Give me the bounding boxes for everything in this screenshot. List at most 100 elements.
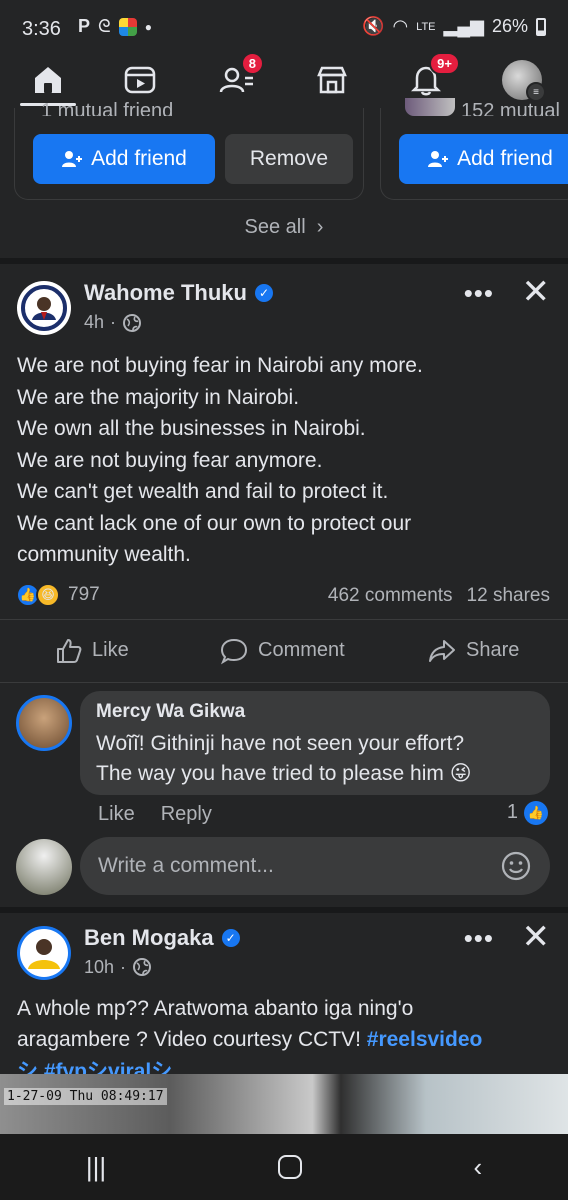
comment-like-button[interactable]: Like [98,803,135,826]
video-tab[interactable] [110,58,170,102]
dot-icon: ● [144,19,152,34]
suggestion-card: 152 mutual Add friend [380,98,568,200]
friends-tab[interactable]: 8 [206,52,266,102]
post-text-line: A whole mp?? Aratwoma abanto iga ning'o [17,996,414,1020]
video-preview[interactable]: 1-27-09 Thu 08:49:17 [0,1074,568,1134]
post-text-line: We are the majority in Nairobi. [17,385,300,409]
comment-count[interactable]: 462 comments [328,585,453,607]
status-time: 3:36 [22,18,61,40]
post-text-line: We can't get wealth and fail to protect … [17,480,389,503]
engagement-counts: 462 comments 12 shares [328,585,550,607]
write-comment-row: Write a comment... [0,835,568,907]
status-bar: 3:36 P ᘓ ● 🔇 ◠ LTE ▂▄▆ 26% [0,0,568,58]
suggestion-card: 1 mutual friend Add friend Remove [14,100,364,200]
post-header: Wahome Thuku ✓ 4h · ••• ✕ [0,264,568,344]
comment-label: Comment [258,639,345,661]
remove-label: Remove [249,147,329,170]
post-text-line: We are not buying fear in Nairobi any mo… [17,354,423,377]
home-icon [35,67,61,93]
page-avatar[interactable] [16,280,72,336]
add-friend-label: Add friend [457,147,553,170]
video-icon [124,66,156,94]
post-meta: 10h · [84,957,152,978]
post-author[interactable]: Wahome Thuku ✓ [84,280,273,306]
comment-actions: Like Reply [98,803,212,826]
notifications-tab[interactable]: 9+ [396,52,460,102]
marketplace-tab[interactable] [302,58,362,102]
post: Ben Mogaka ✓ 10h · ••• ✕ A whole mp?? Ar… [0,912,568,1087]
post-text-line: community wealth. [17,543,191,566]
chevron-right-icon: › [311,216,324,238]
post-time: 10h [84,956,115,977]
comment-reaction-count[interactable]: 1 👍 [506,800,548,825]
hashtag-link[interactable]: #reelsvideo [367,1028,483,1051]
comment-placeholder: Write a comment... [98,853,274,877]
see-all-label: See all [244,216,306,238]
share-label: Share [466,639,520,661]
menu-icon: ≡ [526,82,546,102]
comment-reply-button[interactable]: Reply [161,803,212,826]
add-friend-button[interactable]: Add friend [33,134,215,184]
video-timestamp: 1-27-09 Thu 08:49:17 [4,1088,167,1105]
see-all-link[interactable]: See all › [0,216,568,239]
mute-icon: 🔇 [362,16,385,36]
post-header: Ben Mogaka ✓ 10h · ••• ✕ [0,913,568,987]
post-text: We are not buying fear in Nairobi any mo… [0,344,568,571]
home-button-icon[interactable] [277,1155,302,1179]
post-text-line: We own all the businesses in Nairobi. [17,417,366,440]
mutual-friends-count: 1 mutual friend [41,100,174,116]
reaction-summary[interactable]: 👍 😆 797 [16,582,100,607]
menu-tab[interactable]: ≡ [492,58,552,102]
commenter-avatar[interactable] [16,694,72,751]
comment-bubble[interactable]: Mercy Wa Gikwa Woĩĩ! Githinji have not… [80,690,550,795]
add-friend-label: Add friend [91,147,187,170]
people-you-may-know: 1 mutual friend Add friend Remove 152 mu… [0,98,568,258]
haha-reaction-icon: 😆 [36,582,60,607]
post-text-plain: aragambere ? Video courtesy CCTV! [17,1028,367,1051]
post-author[interactable]: Ben Mogaka ✓ [84,925,240,951]
commenter-name[interactable]: Mercy Wa Gikwa [96,701,534,723]
reactions-bar: 👍 😆 797 462 comments 12 shares [0,571,568,619]
network-type: LTE [416,20,436,33]
post-text-line: We cant lack one of our own to protect o… [17,511,412,535]
post-meta: 4h · [84,312,142,333]
news-feed: 1 mutual friend Add friend Remove 152 mu… [0,98,568,1087]
add-friend-icon [62,151,83,167]
mutual-friends-count: 152 mutual [461,100,560,116]
add-friend-button[interactable]: Add friend [399,134,568,184]
comment-button[interactable]: Comment [220,620,345,682]
battery-level: 26% [491,16,528,36]
comment-like-count: 1 [506,801,518,823]
globe-icon [123,313,142,332]
post-text-line: aragambere ? Video courtesy CCTV! #reels… [17,1024,552,1056]
emoji-icon[interactable] [500,850,532,882]
home-tab[interactable] [18,58,78,102]
profile-avatar: ≡ [502,60,546,102]
notifications-badge: 9+ [429,52,460,75]
post-actions: Like Comment Share [0,618,568,683]
reaction-count: 797 [68,583,100,605]
like-button[interactable]: Like [56,620,129,682]
status-notification-icons: P ᘓ ● [78,16,152,37]
more-options-icon[interactable]: ••• [464,278,494,309]
remove-button[interactable]: Remove [225,134,353,184]
like-label: Like [92,639,129,661]
suggestion-avatars [405,98,455,116]
author-avatar[interactable] [16,925,72,981]
wifi-icon: ◠ [392,16,409,36]
system-navigation-bar: ||| ‹ [0,1134,568,1200]
close-icon[interactable]: ✕ [522,917,551,957]
marketplace-icon [317,66,347,94]
close-icon[interactable]: ✕ [522,272,551,312]
like-reaction-icon: 👍 [524,800,548,825]
comment: Mercy Wa Gikwa Woĩĩ! Githinji have not… [0,683,568,835]
more-options-icon[interactable]: ••• [464,923,494,954]
thumbs-up-icon [57,638,82,663]
share-button[interactable]: Share [428,620,519,682]
comment-input[interactable]: Write a comment... [80,836,550,895]
back-icon[interactable]: ‹ [473,1152,482,1183]
recent-apps-icon[interactable]: ||| [86,1152,106,1183]
comment-icon [220,638,248,664]
battery-icon [536,17,546,36]
share-count[interactable]: 12 shares [467,585,550,607]
